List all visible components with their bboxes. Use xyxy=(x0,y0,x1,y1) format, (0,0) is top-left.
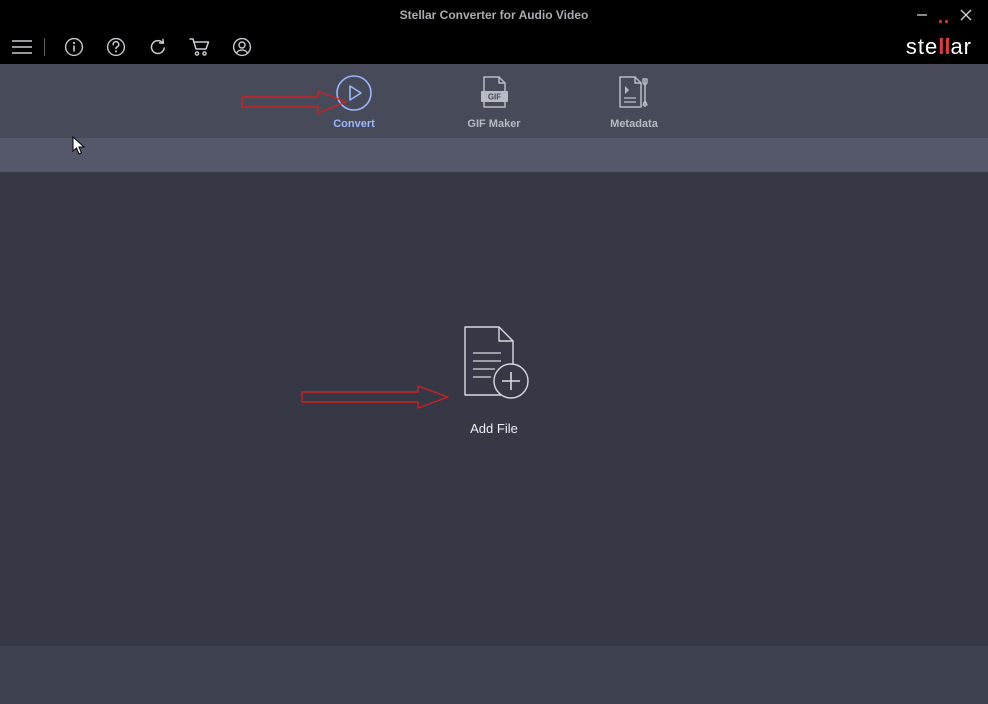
account-icon xyxy=(232,37,252,57)
annotation-arrow-icon xyxy=(300,384,452,410)
app-window: Stellar Converter for Audio Video xyxy=(0,0,988,704)
main-content: Add File xyxy=(0,172,988,646)
add-file-label: Add File xyxy=(470,421,518,436)
add-file-icon xyxy=(455,323,533,403)
close-icon xyxy=(960,9,972,21)
secondary-bar xyxy=(0,138,988,172)
info-icon xyxy=(64,37,84,57)
tab-metadata[interactable]: Metadata xyxy=(599,74,669,130)
cart-icon xyxy=(189,37,211,57)
brand-logo: stellar xyxy=(906,30,972,64)
cart-button[interactable] xyxy=(187,34,213,60)
play-circle-icon xyxy=(335,74,373,112)
window-controls xyxy=(900,0,988,30)
refresh-button[interactable] xyxy=(145,34,171,60)
refresh-icon xyxy=(148,37,168,57)
titlebar: Stellar Converter for Audio Video xyxy=(0,0,988,30)
metadata-icon xyxy=(612,74,656,112)
menu-button[interactable] xyxy=(10,35,34,59)
account-button[interactable] xyxy=(229,34,255,60)
tab-label: Metadata xyxy=(610,118,658,130)
tab-gif-maker[interactable]: GIF GIF Maker xyxy=(459,74,529,130)
tab-label: GIF Maker xyxy=(467,118,520,130)
help-icon xyxy=(106,37,126,57)
divider xyxy=(44,38,45,56)
minimize-button[interactable] xyxy=(900,0,944,30)
menu-icon xyxy=(12,40,32,54)
tab-label: Convert xyxy=(333,118,375,130)
info-button[interactable] xyxy=(61,34,87,60)
gif-file-icon: GIF xyxy=(474,74,514,112)
help-button[interactable] xyxy=(103,34,129,60)
tab-convert[interactable]: Convert xyxy=(319,74,389,130)
top-toolbar: stellar xyxy=(0,30,988,64)
window-title: Stellar Converter for Audio Video xyxy=(400,8,589,22)
svg-text:GIF: GIF xyxy=(488,93,501,102)
mode-bar: Convert GIF GIF Maker xyxy=(0,64,988,138)
bottom-bar xyxy=(0,646,988,704)
add-file-button[interactable]: Add File xyxy=(455,323,533,436)
close-button[interactable] xyxy=(944,0,988,30)
minimize-icon xyxy=(916,9,928,21)
